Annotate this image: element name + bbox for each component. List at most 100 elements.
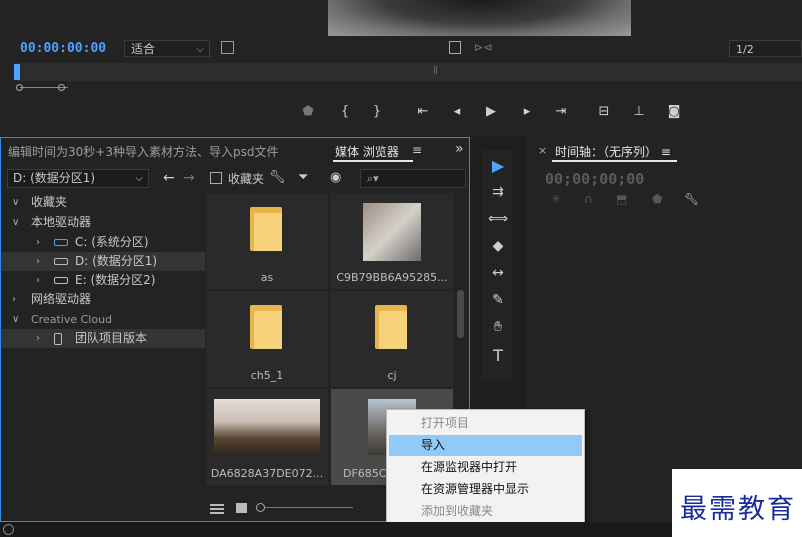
team-project-icon [54, 333, 62, 345]
media-item-image[interactable]: C9B79BB6A95285... [331, 193, 453, 289]
marker-icon[interactable]: ⬟ [652, 192, 662, 206]
menu-item-add-to-favorites[interactable]: 添加到收藏夹 [389, 501, 582, 522]
menu-item-open-project[interactable]: 打开项目 [389, 413, 582, 434]
step-forward-icon[interactable]: ▸ [518, 104, 536, 119]
add-marker-icon[interactable]: ⬒ [616, 192, 627, 206]
active-tab-indicator [552, 160, 677, 162]
media-item-name: ch5_1 [250, 369, 284, 382]
menu-item-import[interactable]: 导入 [389, 435, 582, 456]
pen-tool-icon[interactable]: ✎ [488, 292, 508, 308]
chevron-down-icon[interactable]: ∨ [12, 213, 19, 232]
drive-icon [54, 258, 68, 265]
zoom-start-handle[interactable] [16, 84, 23, 91]
chevron-right-icon[interactable]: › [36, 329, 40, 348]
tab-project[interactable]: 编辑时间为30秒+3种导入素材方法、导入psd文件 [8, 143, 278, 160]
linked-selection-icon[interactable]: ∩ [584, 192, 593, 206]
chevron-down-icon[interactable]: ∨ [12, 193, 19, 212]
panel-menu-icon[interactable]: ≡ [661, 145, 671, 159]
camera-icon[interactable]: ◙ [665, 104, 683, 119]
razor-tool-icon[interactable]: ◆ [488, 238, 508, 254]
tree-item-creative-cloud[interactable]: ∨ Creative Cloud [1, 310, 205, 329]
tree-item-team-projects[interactable]: › 团队项目版本 [1, 329, 205, 348]
back-arrow-icon[interactable]: ← [163, 170, 175, 186]
close-icon[interactable]: × [538, 144, 547, 157]
play-icon[interactable]: ▶ [482, 104, 500, 119]
zoom-fit-dropdown[interactable]: 适合 ⌵ [124, 40, 210, 57]
timeline-title: 时间轴：（无序列） [555, 145, 658, 159]
trim-icon[interactable] [449, 41, 461, 54]
mark-out-icon[interactable]: } [368, 104, 386, 119]
chevron-right-icon[interactable]: › [36, 233, 40, 252]
thumbnail-zoom-slider[interactable] [265, 507, 353, 508]
context-menu: 打开项目 导入 在源监视器中打开 在资源管理器中显示 添加到收藏夹 [386, 409, 585, 523]
tree-item-label: Creative Cloud [31, 313, 113, 326]
drive-dropdown[interactable]: D: (数据分区1) ⌵ [7, 169, 149, 188]
drive-tree: ∨ 收藏夹 ∨ 本地驱动器 › C: (系统分区) › D: (数据分区1) ›… [1, 193, 205, 493]
list-view-icon[interactable] [210, 503, 226, 514]
step-back-icon[interactable]: ◂ [448, 104, 466, 119]
tree-item-network-drives[interactable]: › 网络驱动器 [1, 290, 205, 309]
chevron-right-icon[interactable]: › [12, 290, 16, 309]
panel-menu-icon[interactable]: ≡ [412, 143, 422, 157]
zoom-end-handle[interactable] [58, 84, 65, 91]
tree-item-drive-c[interactable]: › C: (系统分区) [1, 233, 205, 252]
slip-tool-icon[interactable]: ↔ [488, 265, 508, 281]
search-input[interactable]: ⌕▾ [360, 169, 466, 188]
status-icon[interactable] [3, 524, 14, 535]
settings-toggle-icon[interactable] [221, 41, 234, 54]
menu-item-open-in-source-monitor[interactable]: 在源监视器中打开 [389, 457, 582, 478]
type-tool-icon[interactable]: T [488, 346, 508, 365]
ruler-tick [436, 66, 437, 74]
overwrite-icon[interactable]: ⊥ [630, 104, 648, 119]
insert-icon[interactable]: ⊟ [595, 104, 613, 119]
go-to-out-icon[interactable]: ⇥ [552, 104, 570, 119]
wrench-icon[interactable]: 🔧︎ [269, 170, 286, 185]
zoom-scroll-bar[interactable] [14, 84, 802, 91]
tree-item-local-drives[interactable]: ∨ 本地驱动器 [1, 213, 205, 232]
media-item-folder[interactable]: as [206, 193, 328, 289]
drive-value: D: (数据分区1) [13, 171, 96, 185]
marker-icon[interactable]: ⬟ [299, 104, 317, 119]
chevron-right-icon[interactable]: › [36, 271, 40, 290]
tree-item-drive-d[interactable]: › D: (数据分区1) [1, 252, 205, 271]
chevron-down-icon[interactable]: ∨ [12, 310, 19, 329]
filter-icon[interactable]: ⏷ [298, 170, 308, 185]
media-item-name: DA6828A37DE072... [210, 467, 324, 480]
forward-arrow-icon[interactable]: → [183, 170, 195, 186]
thumbnail-zoom-handle[interactable] [256, 503, 265, 512]
tree-item-favorites[interactable]: ∨ 收藏夹 [1, 193, 205, 212]
media-item-folder[interactable]: ch5_1 [206, 291, 328, 387]
media-item-folder[interactable]: cj [331, 291, 453, 387]
favorites-checkbox[interactable] [210, 172, 222, 184]
eye-icon[interactable]: ◉ [330, 170, 341, 185]
time-ruler[interactable] [14, 63, 802, 81]
drive-icon [54, 277, 68, 284]
tab-media-browser[interactable]: 媒体 浏览器 [335, 143, 399, 160]
tab-timeline[interactable]: 时间轴：（无序列） ≡ [555, 143, 671, 160]
ripple-icon[interactable]: ⊳⊲ [474, 41, 492, 54]
snap-icon[interactable]: ✳ [551, 192, 561, 206]
hand-tool-icon[interactable]: ✋︎ [488, 319, 508, 335]
folder-icon [375, 305, 407, 349]
wrench-icon[interactable]: 🔧︎ [684, 192, 699, 206]
chevron-right-icon[interactable]: › [36, 252, 40, 271]
menu-item-reveal-in-explorer[interactable]: 在资源管理器中显示 [389, 479, 582, 500]
media-item-name: C9B79BB6A95285... [336, 271, 448, 284]
go-to-in-icon[interactable]: ⇤ [414, 104, 432, 119]
playhead-handle[interactable] [14, 64, 20, 80]
playhead-timecode[interactable]: 00:00:00:00 [20, 41, 106, 56]
more-panels-icon[interactable]: » [455, 141, 464, 157]
timeline-timecode[interactable]: 00;00;00;00 [545, 170, 644, 188]
tree-item-label: D: (数据分区1) [75, 254, 158, 268]
track-select-tool-icon[interactable]: ⇉ [488, 184, 508, 200]
grid-scroll-thumb[interactable] [457, 290, 464, 338]
media-item-image[interactable]: DA6828A37DE072... [206, 389, 328, 485]
tree-item-drive-e[interactable]: › E: (数据分区2) [1, 271, 205, 290]
ripple-edit-tool-icon[interactable]: ⟺ [488, 211, 508, 227]
playback-resolution-dropdown[interactable]: 1/2 [729, 40, 802, 57]
mark-in-icon[interactable]: { [336, 104, 354, 119]
chevron-down-icon: ⌵ [135, 173, 143, 184]
icon-view-icon[interactable] [236, 503, 247, 513]
chevron-down-icon: ⌵ [196, 44, 204, 55]
selection-tool-icon[interactable]: ▶ [488, 156, 508, 175]
